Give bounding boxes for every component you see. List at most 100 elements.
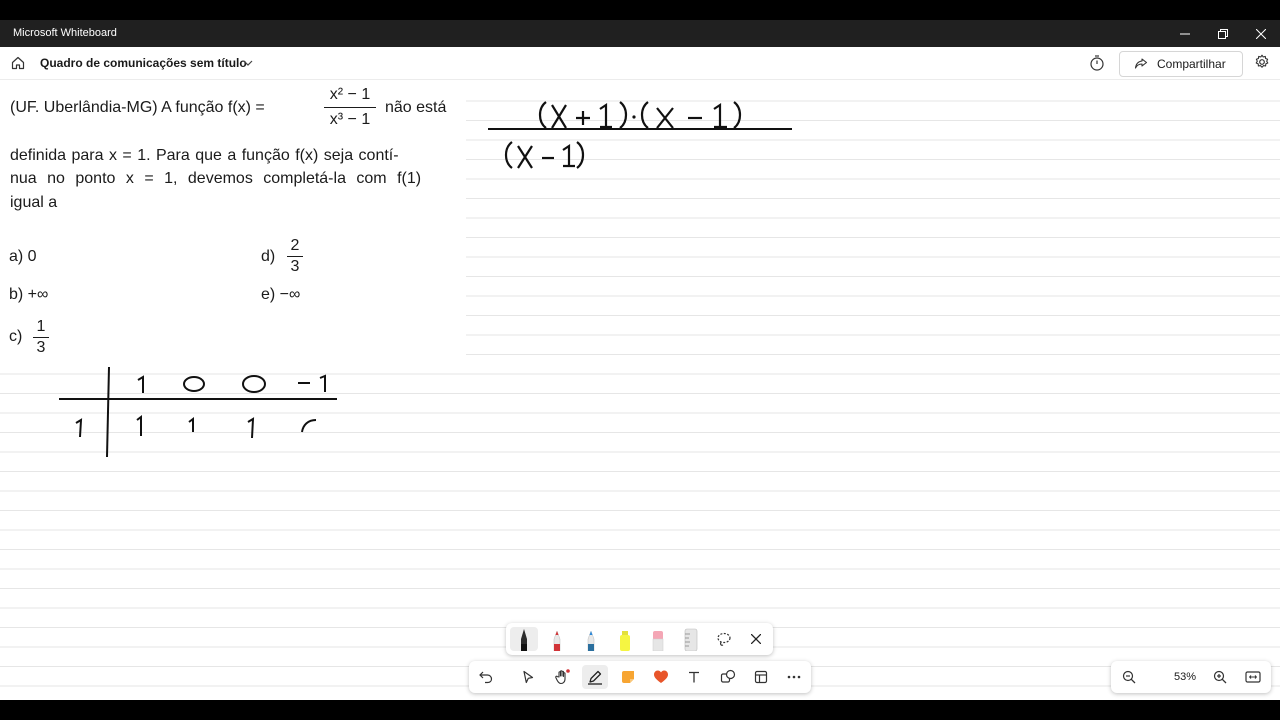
ink-plus [576, 111, 590, 125]
ink-digit-1 [188, 417, 194, 432]
zoom-out-button[interactable] [1116, 665, 1142, 689]
settings-button[interactable] [1254, 54, 1274, 74]
sticky-note-tool[interactable] [615, 665, 641, 689]
ink-digit-1 [599, 102, 612, 129]
gear-icon [1255, 54, 1269, 68]
pen-blue[interactable] [578, 627, 604, 651]
more-button[interactable] [781, 665, 807, 689]
more-icon [787, 675, 801, 679]
highlighter-yellow[interactable] [611, 627, 639, 651]
fit-screen-icon [1245, 671, 1261, 683]
board-title[interactable]: Quadro de comunicações sem título [40, 56, 247, 70]
share-icon [1134, 58, 1148, 69]
restore-button[interactable] [1204, 20, 1242, 47]
templates-tool[interactable] [748, 665, 774, 689]
pen-icon [588, 670, 602, 685]
share-button[interactable]: Compartilhar [1119, 51, 1243, 77]
text-tool[interactable] [681, 665, 707, 689]
undo-button[interactable] [473, 665, 499, 689]
option-d-num: 2 [290, 237, 300, 254]
ink-digit-1 [713, 102, 727, 129]
hand-icon [555, 669, 570, 685]
app-title: Microsoft Whiteboard [13, 27, 117, 39]
share-label: Compartilhar [1157, 57, 1226, 71]
ink-paren-close [619, 101, 628, 129]
pan-tool[interactable] [549, 665, 575, 689]
option-a: a) 0 [9, 248, 37, 265]
pen-red[interactable] [544, 627, 570, 651]
close-pen-tray-button[interactable] [743, 627, 769, 651]
restore-icon [1218, 28, 1228, 39]
chevron-down-icon[interactable] [242, 57, 254, 69]
home-button[interactable] [8, 53, 28, 73]
close-button[interactable] [1242, 20, 1280, 47]
zoom-in-button[interactable] [1207, 665, 1233, 689]
ink-paren-open [538, 101, 547, 129]
zoom-level[interactable]: 53% [1163, 671, 1207, 683]
app-header: Quadro de comunicações sem título Compar… [0, 47, 1280, 80]
ink-digit-1 [319, 374, 326, 392]
reactions-tool[interactable] [648, 665, 674, 689]
problem-line-1-suffix: não está [385, 99, 447, 116]
ruler-tool[interactable] [677, 627, 705, 651]
ink-paren-open [640, 101, 649, 129]
undo-icon [479, 671, 493, 684]
option-d-prefix: d) [261, 248, 276, 265]
ink-digit-0 [242, 375, 266, 393]
sticky-note-icon [622, 671, 634, 683]
ink-letter-x [517, 145, 533, 169]
problem-line-1: (UF. Uberlândia-MG) A função f(x) = [10, 99, 265, 116]
problem-line-3: nua no ponto x = 1, devemos completá-la … [10, 170, 422, 187]
option-c-prefix: c) [9, 328, 23, 345]
ink-digit-0 [183, 376, 205, 392]
lasso-icon [717, 632, 731, 646]
lasso-tool[interactable] [711, 627, 737, 651]
inking-tool[interactable] [582, 665, 608, 689]
ink-letter-x [551, 104, 567, 129]
ink-paren-close [576, 141, 585, 169]
fit-to-screen-button[interactable] [1240, 665, 1266, 689]
option-c-fraction: 1 3 [33, 318, 49, 357]
ink-letter-x [656, 107, 674, 129]
ink-partial-stroke [301, 419, 317, 433]
eraser-tool[interactable] [644, 627, 672, 651]
option-c-bar [33, 337, 49, 338]
problem-line-4: igual a [10, 194, 58, 211]
title-bar: Microsoft Whiteboard [0, 20, 1280, 47]
ink-paren-open [504, 141, 513, 169]
problem-fraction: x² − 1 x³ − 1 [324, 86, 376, 129]
pen-tray [506, 623, 773, 655]
minimize-button[interactable] [1166, 20, 1204, 47]
option-d-bar [287, 256, 303, 257]
ink-digit-1 [247, 417, 255, 439]
whiteboard-canvas[interactable]: (UF. Uberlândia-MG) A função f(x) = x² −… [0, 80, 1280, 700]
option-b: b) +∞ [9, 286, 49, 303]
pen-black[interactable] [510, 627, 538, 651]
timer-button[interactable] [1088, 54, 1108, 74]
zoom-controls: 53% [1111, 661, 1271, 693]
briot-vertical-line [106, 366, 110, 458]
templates-icon [754, 670, 768, 684]
shapes-tool[interactable] [715, 665, 741, 689]
home-icon [11, 56, 25, 70]
text-icon [689, 671, 699, 683]
select-tool[interactable] [515, 665, 541, 689]
zoom-out-icon [1122, 670, 1136, 684]
highlighter-icon [620, 631, 630, 651]
heart-icon [654, 670, 668, 683]
ink-digit-1 [136, 415, 142, 436]
minimize-icon [1180, 33, 1190, 34]
letterbox-bottom [0, 700, 1280, 720]
option-e: e) −∞ [261, 286, 301, 303]
ink-paren-close [733, 101, 742, 129]
pen-blue-icon [587, 630, 595, 651]
zoom-in-icon [1213, 670, 1227, 684]
shapes-icon [720, 669, 736, 683]
problem-image[interactable]: (UF. Uberlândia-MG) A função f(x) = x² −… [0, 80, 466, 360]
fraction-denominator: x³ − 1 [329, 111, 371, 128]
main-toolbar [469, 661, 811, 693]
pen-red-icon [553, 630, 561, 651]
ink-digit-1 [562, 143, 575, 168]
close-icon [751, 634, 761, 644]
ink-dot [632, 115, 636, 119]
